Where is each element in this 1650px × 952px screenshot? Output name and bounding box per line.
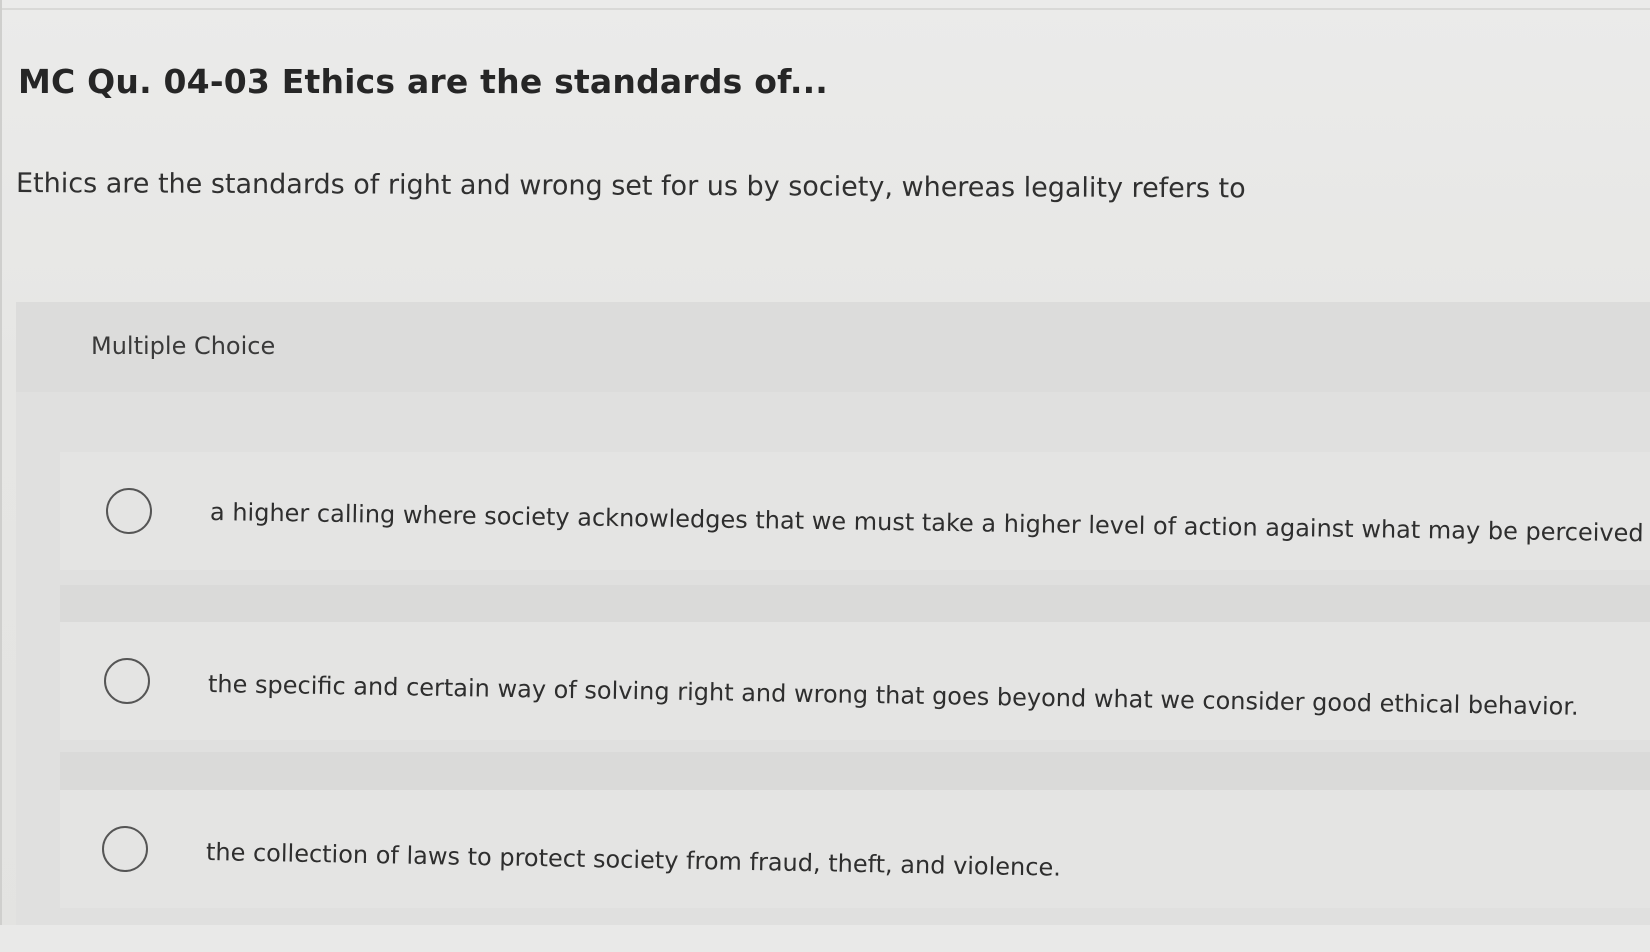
choice-separator (60, 752, 1650, 792)
choice-text-option-3[interactable]: the collection of laws to protect societ… (206, 838, 1061, 882)
top-divider (0, 8, 1650, 10)
page: MC Qu. 04-03 Ethics are the standards of… (0, 0, 1650, 952)
multiple-choice-label: Multiple Choice (91, 332, 276, 360)
choice-option-3[interactable]: the collection of laws to protect societ… (60, 790, 1650, 908)
choice-text-option-2[interactable]: the specific and certain way of solving … (208, 670, 1579, 721)
radio-button-option-1[interactable] (106, 488, 152, 534)
question-prompt: Ethics are the standards of right and wr… (15, 168, 1246, 205)
choice-text-option-1[interactable]: a higher calling where society acknowled… (210, 498, 1650, 548)
choice-option-1[interactable]: a higher calling where society acknowled… (60, 452, 1650, 570)
radio-button-option-3[interactable] (102, 826, 148, 872)
choice-option-2[interactable]: the specific and certain way of solving … (60, 622, 1650, 740)
left-border (0, 0, 2, 952)
radio-button-option-2[interactable] (104, 658, 150, 704)
choice-separator (60, 585, 1650, 625)
question-title: MC Qu. 04-03 Ethics are the standards of… (18, 62, 829, 101)
bottom-edge (0, 925, 1650, 952)
